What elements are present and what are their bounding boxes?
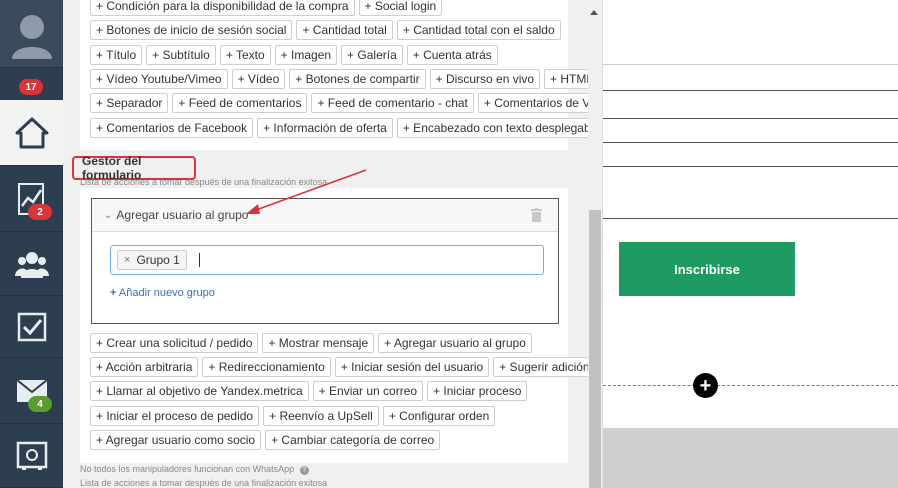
add-social-login-button[interactable]: + Social login <box>358 0 443 16</box>
form-field-line[interactable] <box>603 166 898 167</box>
suggest-addition-action-button[interactable]: + Sugerir adición <box>493 357 596 377</box>
add-offer-info-button[interactable]: + Información de oferta <box>257 118 393 138</box>
add-image-button[interactable]: + Imagen <box>274 45 338 65</box>
start-order-process-action-button[interactable]: + Iniciar el proceso de pedido <box>90 406 260 426</box>
add-total-with-balance-button[interactable]: + Cantidad total con el saldo <box>396 20 561 40</box>
form-handler-block: ⌄ Agregar usuario al grupo × Grupo 1 + A… <box>80 188 596 463</box>
text-cursor <box>198 253 200 267</box>
sidebar-item-mail[interactable] <box>0 358 63 424</box>
home-icon <box>15 117 48 148</box>
action-header[interactable]: ⌄ Agregar usuario al grupo <box>92 199 558 232</box>
add-subtitle-button[interactable]: + Subtítulo <box>146 45 216 65</box>
scrollbar-thumb[interactable] <box>589 210 601 488</box>
add-comment-chat-button[interactable]: + Feed de comentario - chat <box>311 93 474 113</box>
create-order-action-button[interactable]: + Crear una solicitud / pedido <box>90 333 259 353</box>
users-icon <box>14 251 49 278</box>
add-text-button[interactable]: + Texto <box>219 45 271 65</box>
redirect-action-button[interactable]: + Redireccionamiento <box>202 357 331 377</box>
plus-icon: + <box>110 287 117 299</box>
add-total-amount-button[interactable]: + Cantidad total <box>296 20 393 40</box>
add-vk-comments-button[interactable]: + Comentarios de VK <box>477 93 605 113</box>
user-login-action-button[interactable]: + Iniciar sesión del usuario <box>334 357 490 377</box>
add-gallery-button[interactable]: + Galería <box>341 45 403 65</box>
add-comment-feed-button[interactable]: + Feed de comentarios <box>172 93 308 113</box>
add-live-speech-button[interactable]: + Discurso en vivo <box>429 69 541 89</box>
left-sidebar: 17 2 4 <box>0 0 63 488</box>
safe-icon <box>16 441 47 470</box>
group-tag-input[interactable]: × Grupo 1 <box>110 245 544 275</box>
page-preview: Inscribirse + <box>602 0 898 488</box>
chevron-down-icon[interactable]: ⌄ <box>104 210 112 221</box>
trash-icon[interactable] <box>531 208 542 222</box>
start-process-action-button[interactable]: + Iniciar proceso <box>427 381 528 401</box>
form-handler-subtitle: Lista de acciones a tomar después de una… <box>80 177 328 187</box>
mail-badge: 4 <box>28 396 52 412</box>
add-facebook-comments-button[interactable]: + Comentarios de Facebook <box>90 118 254 138</box>
sidebar-item-users[interactable] <box>0 232 63 296</box>
add-social-login-buttons-button[interactable]: + Botones de inicio de sesión social <box>90 20 293 40</box>
add-collapsible-header-button[interactable]: + Encabezado con texto desplegable <box>396 118 606 138</box>
help-icon[interactable]: ? <box>299 466 309 475</box>
add-share-buttons-button[interactable]: + Botones de compartir <box>289 69 426 89</box>
add-user-to-group-action-button[interactable]: + Agregar usuario al grupo <box>378 333 532 353</box>
user-avatar[interactable] <box>0 0 63 68</box>
add-user-to-group-action: ⌄ Agregar usuario al grupo × Grupo 1 + A… <box>91 198 559 324</box>
group-chip-label: Grupo 1 <box>136 253 180 267</box>
sidebar-item-home[interactable] <box>0 100 63 166</box>
group-chip: × Grupo 1 <box>117 250 187 270</box>
settings-panel: + Condición para la disponibilidad de la… <box>72 0 606 488</box>
statistics-badge: 2 <box>28 204 52 220</box>
preview-divider <box>603 64 898 65</box>
show-message-action-button[interactable]: + Mostrar mensaje <box>262 333 375 353</box>
notifications-badge: 17 <box>19 79 43 95</box>
subscribe-button[interactable]: Inscribirse <box>619 242 795 296</box>
scroll-up-arrow-icon[interactable] <box>590 10 598 15</box>
add-video-button[interactable]: + Vídeo <box>231 69 286 89</box>
custom-action-button[interactable]: + Acción arbitraria <box>90 357 199 377</box>
add-countdown-button[interactable]: + Cuenta atrás <box>406 45 498 65</box>
yandex-goal-action-button[interactable]: + Llamar al objetivo de Yandex.metrica <box>90 381 309 401</box>
add-block-button[interactable]: + <box>693 373 718 398</box>
add-separator-button[interactable]: + Separador <box>90 93 169 113</box>
send-email-action-button[interactable]: + Enviar un correo <box>312 381 424 401</box>
add-purchase-condition-button[interactable]: + Condición para la disponibilidad de la… <box>90 0 355 16</box>
add-user-as-partner-action-button[interactable]: + Agregar usuario como socio <box>90 430 262 450</box>
add-new-group-label: Añadir nuevo grupo <box>118 287 215 299</box>
sidebar-item-tasks[interactable] <box>0 296 63 358</box>
change-mail-category-action-button[interactable]: + Cambiar categoría de correo <box>265 430 441 450</box>
form-field-line[interactable] <box>603 118 898 119</box>
panel-gutter <box>63 0 80 488</box>
configure-order-action-button[interactable]: + Configurar orden <box>382 406 496 426</box>
remove-chip-icon[interactable]: × <box>124 254 130 266</box>
upsell-redirect-action-button[interactable]: + Reenvío a UpSell <box>263 406 379 426</box>
user-avatar-icon <box>11 14 52 59</box>
form-field-line[interactable] <box>603 90 898 91</box>
whatsapp-note: No todos los manipuladores funcionan con… <box>80 464 309 475</box>
whatsapp-note-text: No todos los manipuladores funcionan con… <box>80 464 295 474</box>
add-title-button[interactable]: + Título <box>90 45 143 65</box>
add-youtube-video-button[interactable]: + Vídeo Youtube/Vimeo <box>90 69 228 89</box>
checkbox-icon <box>17 312 46 341</box>
next-block-area <box>603 428 898 488</box>
block-separator <box>603 385 898 386</box>
sidebar-item-statistics[interactable] <box>0 166 63 232</box>
add-new-group-link[interactable]: + Añadir nuevo grupo <box>110 287 215 299</box>
footer-subtitle: Lista de acciones a tomar después de una… <box>80 478 328 488</box>
form-field-line[interactable] <box>603 218 898 219</box>
sidebar-item-safe[interactable] <box>0 424 63 488</box>
elements-block: + Condición para la disponibilidad de la… <box>80 0 606 150</box>
form-field-line[interactable] <box>603 142 898 143</box>
action-title: Agregar usuario al grupo <box>116 208 249 222</box>
